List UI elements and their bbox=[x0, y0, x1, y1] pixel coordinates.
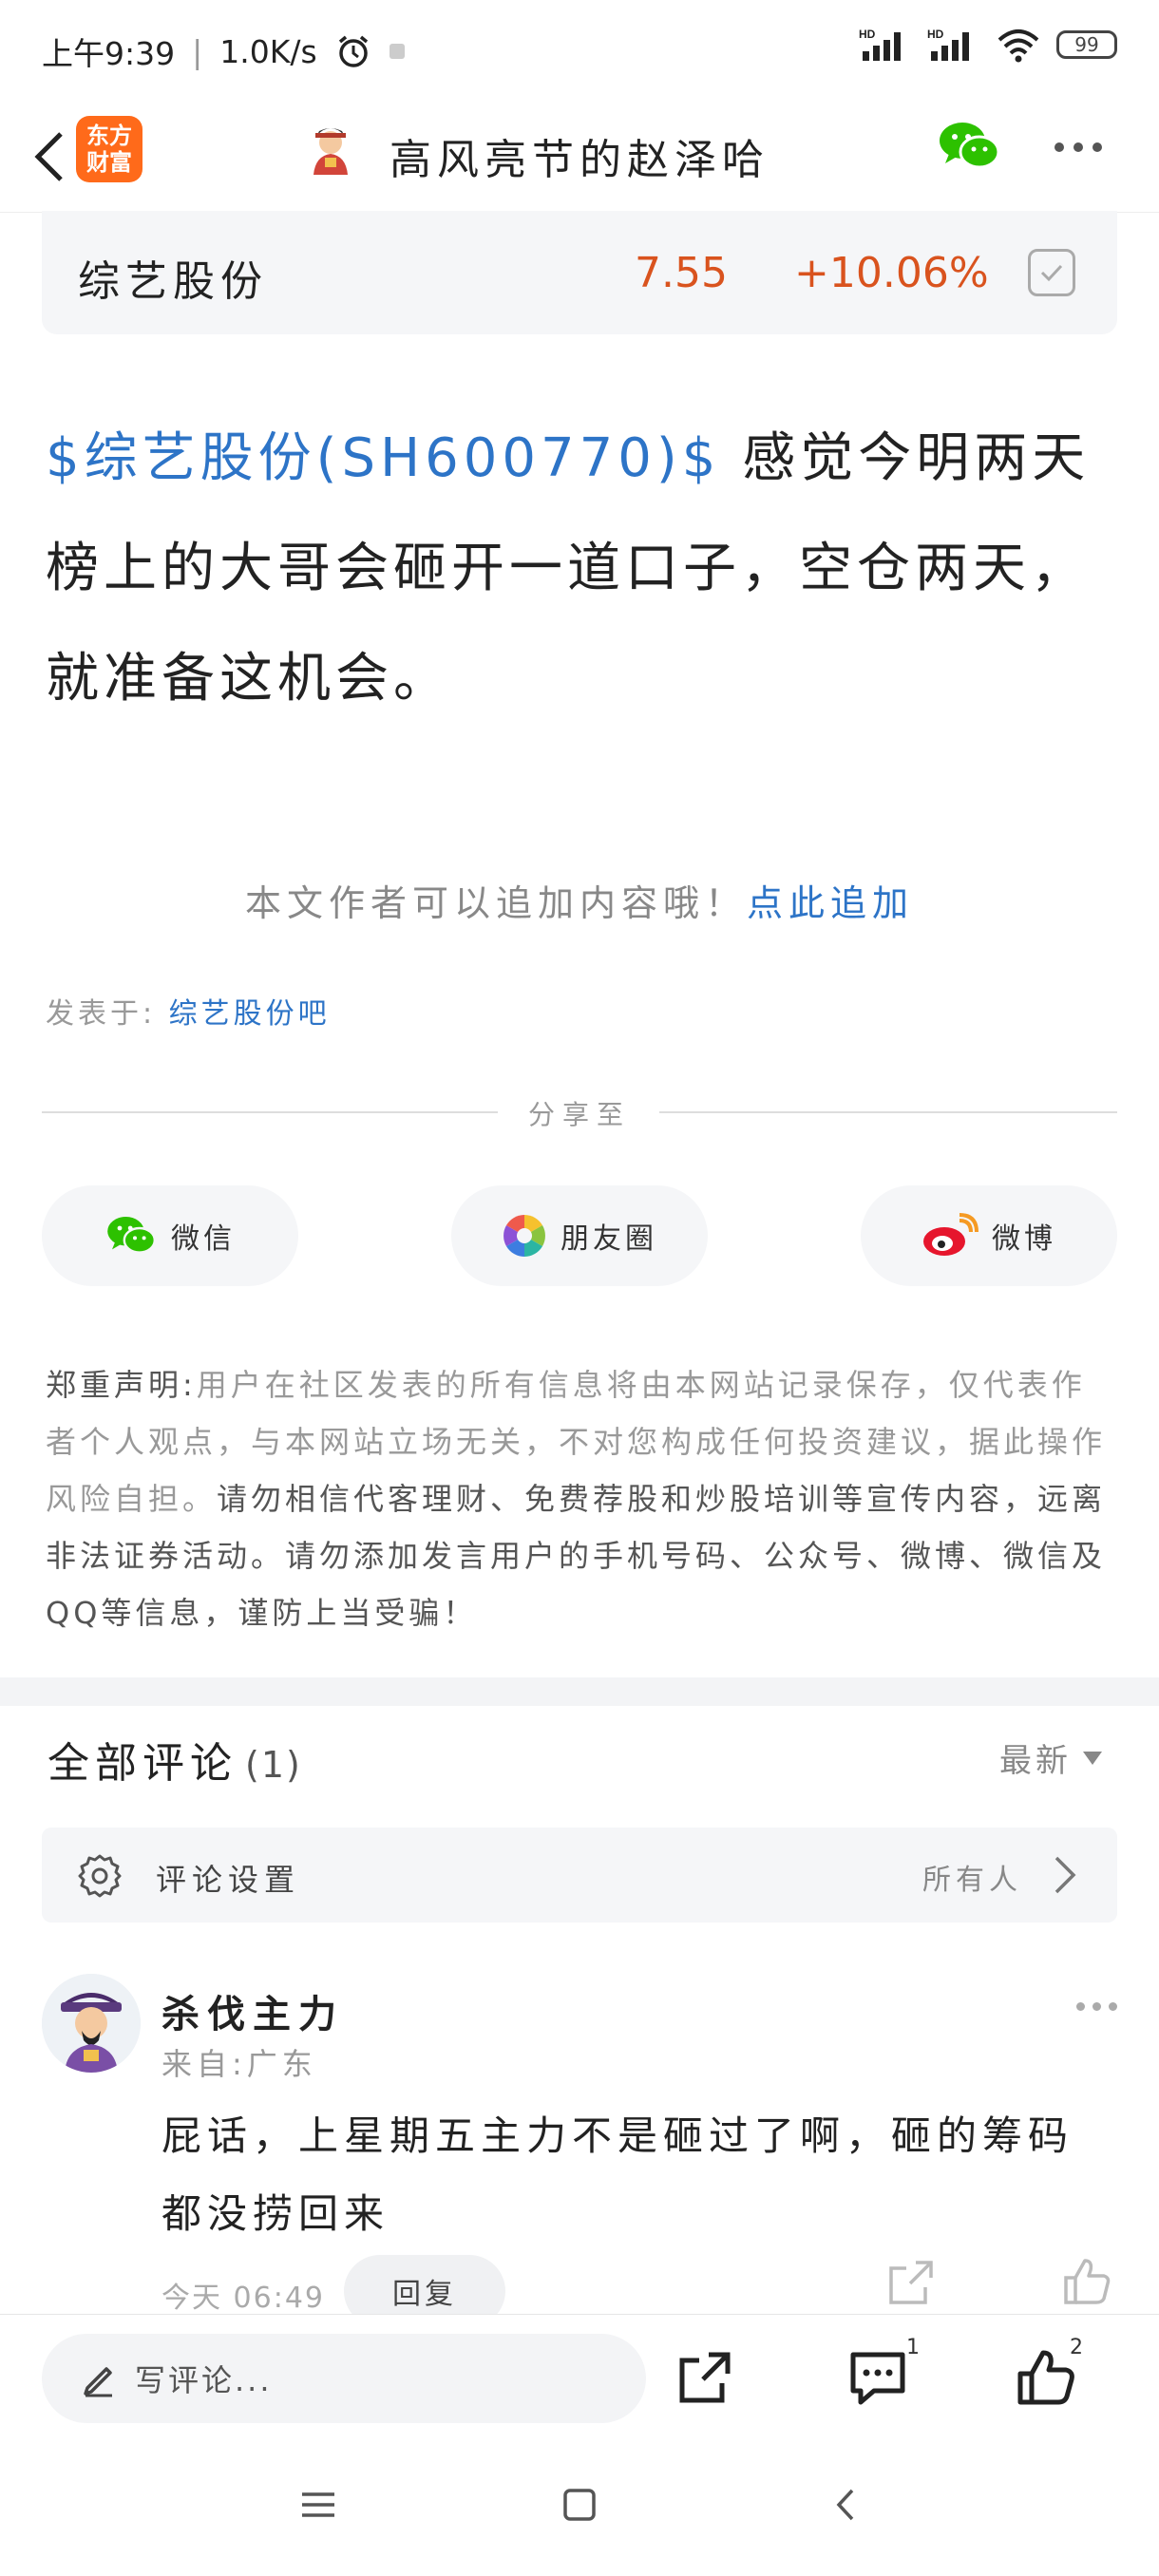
caret-down-icon bbox=[1083, 1751, 1102, 1765]
status-right: HD HD 99 bbox=[859, 27, 1117, 63]
comment-settings-row[interactable]: 评论设置 所有人 bbox=[42, 1828, 1117, 1923]
comment-sort-dropdown[interactable]: 最新 bbox=[999, 1734, 1102, 1781]
commenter-name[interactable]: 杀伐主力 bbox=[162, 1983, 344, 2038]
avatar-icon bbox=[42, 1974, 141, 2073]
comments-count: (1) bbox=[245, 1744, 302, 1786]
status-bar: 上午9:39 | 1.0K/s HD HD 99 bbox=[0, 0, 1159, 104]
section-separator bbox=[0, 1677, 1159, 1706]
append-content-prompt: 本文作者可以追加内容哦！点此追加 bbox=[0, 874, 1159, 926]
wechat-icon[interactable] bbox=[936, 118, 1002, 175]
back-button[interactable] bbox=[19, 123, 80, 190]
like-icon[interactable] bbox=[1015, 2347, 1075, 2408]
comment-content: 屁话，上星期五主力不是砸过了啊，砸的筹码都没捞回来 bbox=[162, 2112, 1074, 2237]
network-speed: 1.0K/s bbox=[219, 32, 317, 70]
check-icon bbox=[1040, 264, 1063, 282]
sort-label: 最新 bbox=[999, 1742, 1072, 1780]
posted-in-label: 发表于: bbox=[46, 997, 157, 1031]
comment-item: 杀伐主力 来自:广东 屁话，上星期五主力不是砸过了啊，砸的筹码都没捞回来 今天 … bbox=[42, 1974, 1117, 2327]
status-time: 上午9:39 bbox=[42, 35, 176, 72]
app-logo[interactable]: 东方 财富 bbox=[76, 116, 142, 182]
share-moments-label: 朋友圈 bbox=[560, 1222, 657, 1256]
post-content: $综艺股份(SH600770)$ 感觉今明两天榜上的大哥会砸开一道口子，空仓两天… bbox=[46, 404, 1119, 734]
stock-bar-link[interactable]: 综艺股份吧 bbox=[169, 997, 331, 1031]
back-icon[interactable] bbox=[822, 2481, 869, 2529]
comment-count-badge: 1 bbox=[906, 2336, 920, 2359]
top-nav-bar: 东方 财富 高风亮节的赵泽哈 bbox=[0, 104, 1159, 213]
bottom-action-bar: 写评论... 1 2 bbox=[0, 2314, 1159, 2437]
svg-text:HD: HD bbox=[859, 28, 876, 41]
chevron-right-icon bbox=[1054, 1856, 1076, 1894]
comment-share-icon[interactable] bbox=[887, 2259, 935, 2306]
like-count-badge: 2 bbox=[1070, 2336, 1083, 2359]
status-left: 上午9:39 | 1.0K/s bbox=[42, 28, 405, 74]
share-moments-button[interactable]: 朋友圈 bbox=[451, 1185, 708, 1286]
disclaimer-title: 郑重声明: bbox=[46, 1367, 197, 1403]
share-wechat-label: 微信 bbox=[171, 1222, 236, 1256]
write-comment-input[interactable]: 写评论... bbox=[42, 2334, 646, 2423]
pencil-icon bbox=[84, 2367, 112, 2397]
watchlist-checkbox[interactable] bbox=[1028, 249, 1075, 296]
comment-time: 今天 06:49 bbox=[162, 2282, 325, 2315]
more-icon[interactable] bbox=[1054, 133, 1112, 161]
stock-name: 综艺股份 bbox=[78, 257, 268, 306]
share-weibo-label: 微博 bbox=[992, 1222, 1056, 1256]
append-content-link[interactable]: 点此追加 bbox=[747, 882, 914, 924]
comment-more-icon[interactable] bbox=[1076, 2002, 1117, 2011]
wechat-icon bbox=[107, 1217, 156, 1254]
menu-icon[interactable] bbox=[294, 2481, 342, 2529]
comment-icon[interactable] bbox=[847, 2347, 908, 2408]
signal-hd-icon: HD bbox=[859, 28, 901, 61]
share-icon[interactable] bbox=[674, 2347, 735, 2408]
app-logo-line2: 财富 bbox=[86, 149, 132, 176]
app-logo-line1: 东方 bbox=[86, 123, 132, 149]
notification-dot-icon bbox=[389, 44, 405, 59]
share-divider: 分享至 bbox=[42, 1092, 1117, 1130]
gear-icon bbox=[78, 1854, 122, 1898]
posted-in: 发表于: 综艺股份吧 bbox=[46, 990, 331, 1032]
comment-like-icon[interactable] bbox=[1062, 2257, 1112, 2306]
author-avatar-icon[interactable] bbox=[302, 120, 359, 177]
battery-icon: 99 bbox=[1056, 30, 1117, 59]
back-arrow-icon bbox=[34, 132, 63, 181]
share-weibo-button[interactable]: 微博 bbox=[861, 1185, 1117, 1286]
divider-line-right bbox=[659, 1111, 1117, 1113]
wifi-icon bbox=[998, 29, 1039, 63]
comment-settings-label: 评论设置 bbox=[156, 1862, 301, 1898]
weibo-icon bbox=[923, 1213, 978, 1256]
stock-quote-card[interactable]: 综艺股份 7.55 +10.06% bbox=[42, 211, 1117, 334]
home-icon[interactable] bbox=[556, 2481, 603, 2529]
page-title: 高风亮节的赵泽哈 bbox=[390, 136, 770, 184]
share-wechat-button[interactable]: 微信 bbox=[42, 1185, 298, 1286]
commenter-avatar[interactable] bbox=[42, 1974, 141, 2073]
moments-icon bbox=[504, 1215, 545, 1257]
stock-change-percent: +10.06% bbox=[794, 249, 989, 297]
stock-mention-link[interactable]: $综艺股份(SH600770)$ bbox=[46, 427, 720, 489]
alarm-icon bbox=[338, 35, 368, 67]
disclaimer: 郑重声明:用户在社区发表的所有信息将由本网站记录保存，仅代表作者个人观点，与本网… bbox=[46, 1356, 1119, 1641]
stock-price: 7.55 bbox=[635, 249, 728, 297]
write-comment-placeholder: 写评论... bbox=[135, 2362, 273, 2398]
share-buttons: 微信 朋友圈 微博 bbox=[42, 1185, 1117, 1286]
comments-title: 全部评论 bbox=[48, 1739, 238, 1788]
share-label: 分享至 bbox=[527, 1099, 631, 1130]
comments-header: 全部评论 (1) bbox=[48, 1729, 302, 1790]
comment-settings-value: 所有人 bbox=[922, 1864, 1022, 1897]
append-prompt-text: 本文作者可以追加内容哦！ bbox=[244, 882, 747, 924]
system-nav-bar bbox=[0, 2437, 1159, 2576]
status-separator: | bbox=[192, 32, 203, 70]
svg-text:HD: HD bbox=[927, 28, 944, 41]
signal-hd-icon: HD bbox=[927, 28, 969, 61]
commenter-location: 来自:广东 bbox=[162, 2046, 317, 2082]
